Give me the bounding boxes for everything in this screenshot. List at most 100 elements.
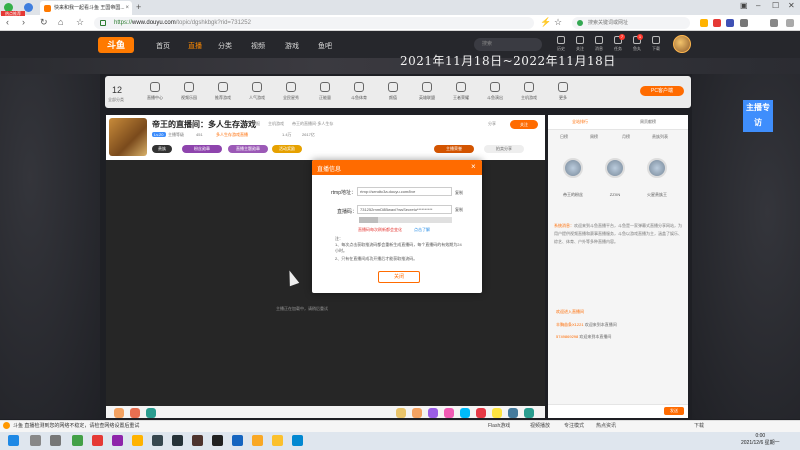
favorite-icon[interactable]: ☆: [554, 17, 562, 28]
streamer-avatar[interactable]: [109, 118, 147, 156]
app-icon[interactable]: [92, 435, 103, 446]
app-icon[interactable]: [132, 435, 143, 446]
user-avatar[interactable]: [673, 35, 691, 53]
fan-medal-pill[interactable]: 粉丝勋章: [182, 145, 222, 153]
event-reward-pill[interactable]: 活动奖励: [272, 145, 302, 153]
category-item[interactable]: 斗鱼演出: [480, 82, 510, 101]
extension-icon[interactable]: [713, 19, 721, 27]
video-play-link[interactable]: 视频播放: [530, 422, 550, 429]
noble-pill[interactable]: 贵族: [152, 145, 172, 153]
minimize-icon[interactable]: –: [756, 1, 760, 10]
honor-pill[interactable]: 主播荣誉: [434, 145, 474, 153]
category-item[interactable]: 正能量: [310, 82, 340, 101]
rank-avatar[interactable]: [563, 158, 583, 178]
category-item[interactable]: 颜值: [378, 82, 408, 101]
rank-avatar[interactable]: [605, 158, 625, 178]
more-icon[interactable]: [786, 19, 794, 27]
app-icon[interactable]: [292, 435, 303, 446]
message-icon[interactable]: 消息: [592, 36, 606, 52]
theme-medal-pill[interactable]: 直播主题勋章: [228, 145, 268, 153]
tab-site-rank[interactable]: 全站排行: [572, 119, 588, 125]
close-window-icon[interactable]: ✕: [788, 1, 795, 10]
tab-week[interactable]: 周榜: [590, 134, 598, 140]
taskview-icon[interactable]: [50, 435, 61, 446]
gift-icon[interactable]: [524, 408, 534, 418]
download-icon[interactable]: 下载: [649, 36, 663, 52]
forward-icon[interactable]: ›: [22, 17, 25, 27]
category-item[interactable]: 推荐游戏: [208, 82, 238, 101]
category-item[interactable]: 斗鱼体育: [344, 82, 374, 101]
category-item[interactable]: 王者荣耀: [446, 82, 476, 101]
app-icon[interactable]: [172, 435, 183, 446]
focus-mode-link[interactable]: 专注模式: [564, 422, 584, 429]
gift-icon[interactable]: [508, 408, 518, 418]
share-icon[interactable]: ⚡: [540, 17, 551, 28]
site-search-input[interactable]: 搜索: [474, 38, 542, 51]
extension-icon[interactable]: [700, 19, 708, 27]
url-input[interactable]: https://www.douyu.com/topic/dgshkbgk?rid…: [94, 17, 534, 29]
tab-noble-list[interactable]: 贵族列表: [652, 134, 668, 140]
rank-avatar[interactable]: [647, 158, 667, 178]
pc-client-button[interactable]: PC客户端: [640, 86, 684, 96]
app-icon[interactable]: [232, 435, 243, 446]
copy-key-button[interactable]: 复制: [455, 207, 463, 213]
notification-text[interactable]: 斗鱼 直播检测到您的网络不稳定，请检查网络设置后重试: [13, 422, 139, 429]
category-item[interactable]: 视频乐园: [174, 82, 204, 101]
gift-icon[interactable]: [146, 408, 156, 418]
side-promo[interactable]: 主播专访: [743, 100, 773, 132]
hot-news-link[interactable]: 热点资讯: [596, 422, 616, 429]
maximize-icon[interactable]: ☐: [772, 1, 779, 10]
search-icon[interactable]: [30, 435, 41, 446]
new-tab-icon[interactable]: +: [136, 2, 141, 12]
system-clock[interactable]: 0:00 2021/12/6 星期一: [741, 433, 780, 447]
gift-icon[interactable]: [114, 408, 124, 418]
category-item[interactable]: 更多: [548, 82, 578, 101]
gift-icon[interactable]: [476, 408, 486, 418]
app-icon[interactable]: [72, 435, 83, 446]
app-icon[interactable]: [112, 435, 123, 446]
category-item[interactable]: 人气游戏: [242, 82, 272, 101]
gift-icon[interactable]: [444, 408, 454, 418]
category-item[interactable]: 直播中心: [140, 82, 170, 101]
nav-category[interactable]: 分类: [218, 41, 232, 51]
share-link[interactable]: 分享: [488, 121, 496, 127]
tab-active[interactable]: 快来和我一起看斗鱼 王国帝国... ×: [40, 1, 132, 15]
app-icon[interactable]: [252, 435, 263, 446]
extension-icon[interactable]: [726, 19, 734, 27]
key-field[interactable]: 731252rnmD8Bwaxi?wsSecretu**********: [357, 205, 452, 214]
gift-icon[interactable]: [492, 408, 502, 418]
close-icon[interactable]: ×: [471, 162, 476, 171]
menu-icon[interactable]: [770, 19, 778, 27]
steam-icon[interactable]: [152, 435, 163, 446]
reload-icon[interactable]: ↻: [40, 17, 48, 28]
app-icon[interactable]: [272, 435, 283, 446]
auction-share-pill[interactable]: 拍卖分享: [484, 145, 524, 153]
learn-more-link[interactable]: 点击了解: [414, 227, 430, 233]
category-item[interactable]: 主机游戏: [514, 82, 544, 101]
gift-icon[interactable]: [130, 408, 140, 418]
nav-video[interactable]: 视频: [251, 41, 265, 51]
nav-yuba[interactable]: 鱼吧: [318, 41, 332, 51]
history-icon[interactable]: 历史: [554, 36, 568, 52]
nav-game[interactable]: 游戏: [285, 41, 299, 51]
nav-live[interactable]: 直播: [188, 41, 202, 51]
category-count-label[interactable]: 全部分类: [108, 97, 124, 103]
stream-tag[interactable]: 帝王的直播间·多人生存: [292, 121, 333, 127]
stream-tag[interactable]: 主机游戏: [268, 121, 284, 127]
gift-icon[interactable]: [412, 408, 422, 418]
browser-search-input[interactable]: 搜索关键词或网址: [572, 17, 690, 29]
back-icon[interactable]: ‹: [6, 17, 9, 27]
flash-game-link[interactable]: Flash游戏: [488, 422, 510, 429]
browser-menu-icon[interactable]: [24, 3, 33, 12]
douyu-logo[interactable]: 斗鱼: [98, 37, 134, 53]
follow-button[interactable]: 关注: [510, 120, 538, 129]
tab-close-icon[interactable]: ×: [125, 1, 129, 15]
gift-icon[interactable]: [428, 408, 438, 418]
follow-icon[interactable]: 关注: [573, 36, 587, 52]
extension-icon[interactable]: [740, 19, 748, 27]
gift-icon[interactable]: [396, 408, 406, 418]
close-button[interactable]: 关闭: [378, 271, 420, 283]
stream-tag[interactable]: 举报: [252, 121, 260, 127]
tab-overview-icon[interactable]: ▣: [740, 1, 748, 10]
stream-category[interactable]: 多人生存游戏直播: [216, 132, 248, 138]
